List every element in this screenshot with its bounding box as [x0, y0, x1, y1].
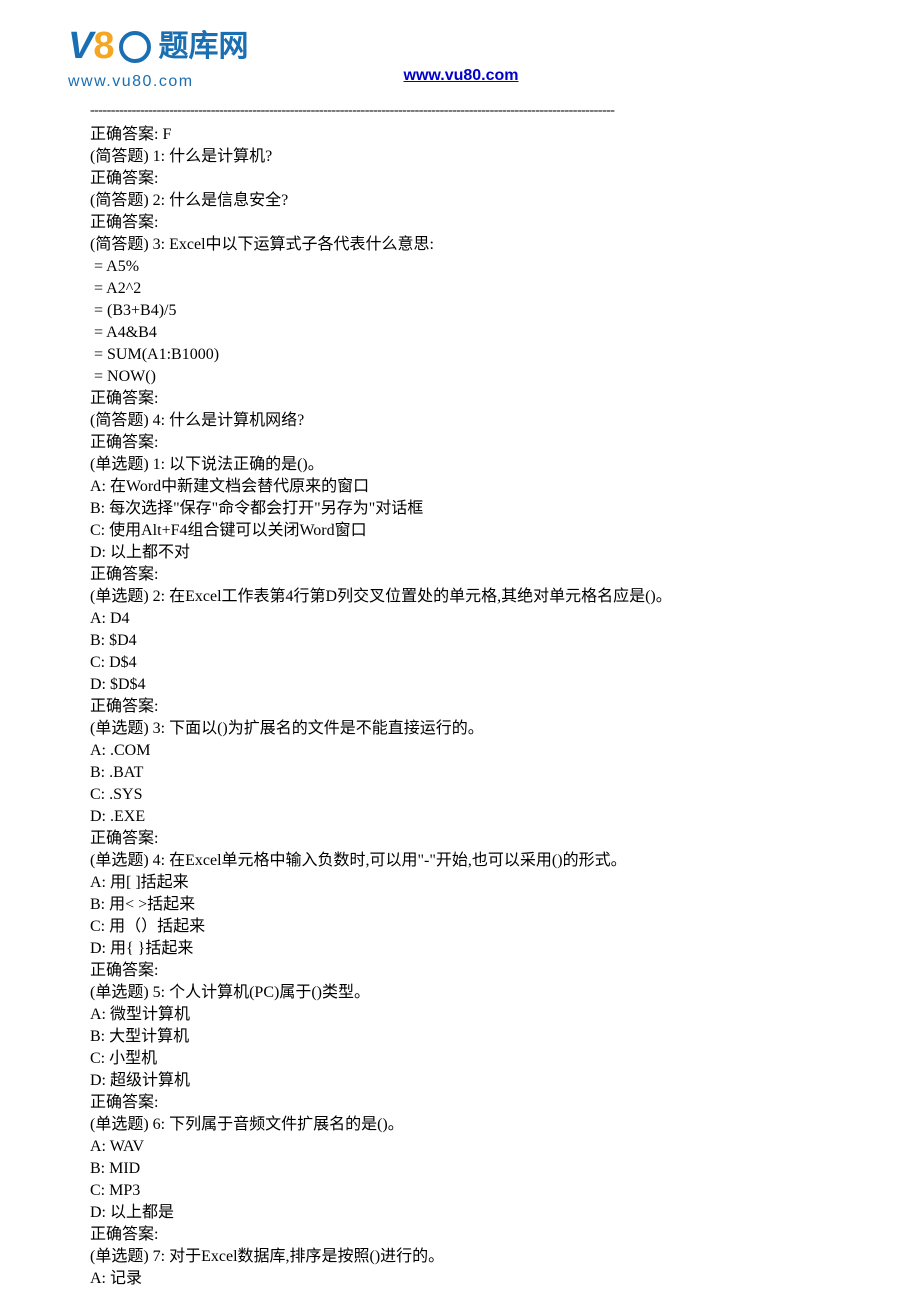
text-line: (单选题) 6: 下列属于音频文件扩展名的是()。	[90, 1114, 830, 1136]
text-line: B: .BAT	[90, 762, 830, 784]
text-line: (简答题) 2: 什么是信息安全?	[90, 190, 830, 212]
text-line: B: $D4	[90, 630, 830, 652]
text-line: (单选题) 1: 以下说法正确的是()。	[90, 454, 830, 476]
text-line: A: 记录	[90, 1268, 830, 1290]
text-line: 正确答案:	[90, 212, 830, 234]
text-line: A: 在Word中新建文档会替代原来的窗口	[90, 476, 830, 498]
text-line: A: 微型计算机	[90, 1004, 830, 1026]
text-line: (简答题) 1: 什么是计算机?	[90, 146, 830, 168]
text-line: 正确答案:	[90, 828, 830, 850]
logo-url-text: www.vu80.com	[68, 71, 194, 93]
text-line: D: $D$4	[90, 674, 830, 696]
text-line: D: 超级计算机	[90, 1070, 830, 1092]
text-line: 正确答案:	[90, 564, 830, 586]
logo-graphic: V 8 题库网	[68, 20, 249, 73]
text-line: = (B3+B4)/5	[90, 300, 830, 322]
text-line: C: 用（）括起来	[90, 916, 830, 938]
text-line: (简答题) 3: Excel中以下运算式子各代表什么意思:	[90, 234, 830, 256]
text-line: = NOW()	[90, 366, 830, 388]
text-line: (单选题) 2: 在Excel工作表第4行第D列交叉位置处的单元格,其绝对单元格…	[90, 586, 830, 608]
text-line: A: 用[ ]括起来	[90, 872, 830, 894]
text-line: 正确答案:	[90, 168, 830, 190]
text-line: C: MP3	[90, 1180, 830, 1202]
header-link-area: www.vu80.com	[404, 65, 519, 87]
text-line: C: .SYS	[90, 784, 830, 806]
divider-line: ----------------------------------------…	[90, 101, 850, 121]
text-line: D: .EXE	[90, 806, 830, 828]
text-line: B: MID	[90, 1158, 830, 1180]
text-line: D: 用{ }括起来	[90, 938, 830, 960]
text-line: = A4&B4	[90, 322, 830, 344]
logo-v-icon: V	[68, 20, 91, 73]
text-line: 正确答案:	[90, 1224, 830, 1246]
text-line: B: 每次选择"保存"命令都会打开"另存为"对话框	[90, 498, 830, 520]
text-line: 正确答案:	[90, 1092, 830, 1114]
text-line: C: D$4	[90, 652, 830, 674]
text-line: = SUM(A1:B1000)	[90, 344, 830, 366]
logo-8-icon: 8	[93, 20, 114, 73]
text-line: D: 以上都不对	[90, 542, 830, 564]
logo: V 8 题库网 www.vu80.com	[68, 20, 249, 94]
text-line: A: D4	[90, 608, 830, 630]
site-link[interactable]: www.vu80.com	[404, 67, 519, 84]
text-line: C: 使用Alt+F4组合键可以关闭Word窗口	[90, 520, 830, 542]
text-line: 正确答案: F	[90, 124, 830, 146]
text-line: = A5%	[90, 256, 830, 278]
text-line: (单选题) 4: 在Excel单元格中输入负数时,可以用"-"开始,也可以采用(…	[90, 850, 830, 872]
text-line: A: WAV	[90, 1136, 830, 1158]
text-line: 正确答案:	[90, 696, 830, 718]
document-body: 正确答案: F(简答题) 1: 什么是计算机?正确答案:(简答题) 2: 什么是…	[0, 124, 920, 1290]
text-line: 正确答案:	[90, 432, 830, 454]
text-line: = A2^2	[90, 278, 830, 300]
text-line: (单选题) 7: 对于Excel数据库,排序是按照()进行的。	[90, 1246, 830, 1268]
text-line: (单选题) 3: 下面以()为扩展名的文件是不能直接运行的。	[90, 718, 830, 740]
text-line: B: 大型计算机	[90, 1026, 830, 1048]
text-line: D: 以上都是	[90, 1202, 830, 1224]
text-line: (简答题) 4: 什么是计算机网络?	[90, 410, 830, 432]
text-line: (单选题) 5: 个人计算机(PC)属于()类型。	[90, 982, 830, 1004]
page-header: V 8 题库网 www.vu80.com www.vu80.com	[0, 0, 920, 99]
text-line: A: .COM	[90, 740, 830, 762]
text-line: C: 小型机	[90, 1048, 830, 1070]
logo-cn-text: 题库网	[159, 26, 249, 68]
text-line: 正确答案:	[90, 960, 830, 982]
text-line: 正确答案:	[90, 388, 830, 410]
text-line: B: 用< >括起来	[90, 894, 830, 916]
logo-o-icon	[119, 31, 151, 63]
